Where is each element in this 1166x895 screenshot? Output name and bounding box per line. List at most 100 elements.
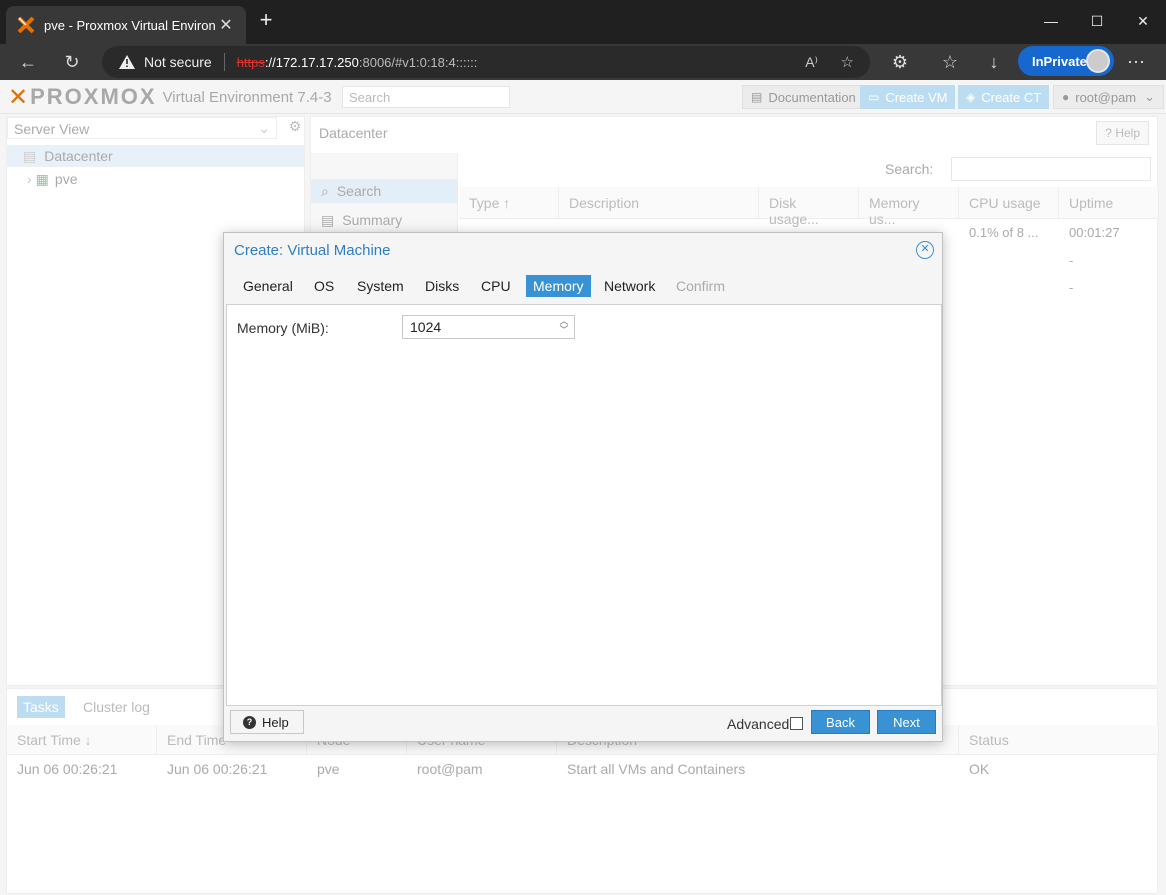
inprivate-badge[interactable]: InPrivate [1018, 46, 1114, 76]
browser-navbar: ← ↻ Not secure https://172.17.17.250:800… [0, 44, 1166, 80]
wizard-tabs: General OS System Disks CPU Memory Netwo… [224, 275, 942, 303]
security-label: Not secure [144, 54, 212, 70]
task-node: pve [317, 761, 340, 777]
proxmox-logo: ✕ PROXMOX Virtual Environment 7.4-3 [8, 83, 332, 111]
tab-memory[interactable]: Memory [526, 275, 591, 297]
refresh-icon[interactable]: ↻ [58, 48, 86, 76]
documentation-label: Documentation [768, 89, 856, 105]
tab-disks[interactable]: Disks [418, 275, 466, 297]
create-ct-button[interactable]: ◈ Create CT [958, 85, 1050, 109]
server-view-label: Server View [14, 121, 90, 137]
tab-cluster-log[interactable]: Cluster log [77, 696, 156, 718]
dialog-footer: ? Help Advanced Back Next [224, 707, 942, 741]
grid-header-description[interactable]: Description [559, 187, 759, 219]
read-aloud-icon[interactable]: A⁾ [805, 54, 818, 71]
browser-tabbar: pve - Proxmox Virtual Environme ✕ + — ☐ … [0, 0, 1166, 44]
tab-cpu[interactable]: CPU [474, 275, 518, 297]
browser-tab[interactable]: pve - Proxmox Virtual Environme ✕ [6, 6, 246, 44]
task-user: root@pam [417, 761, 483, 777]
memory-input[interactable]: 1024 ︿ ﹀ [402, 315, 575, 339]
minimize-icon[interactable]: — [1028, 6, 1074, 36]
tab-general[interactable]: General [236, 275, 300, 297]
downloads-icon[interactable]: ↓ [980, 48, 1008, 76]
inprivate-label: InPrivate [1032, 53, 1087, 69]
advanced-label: Advanced [727, 716, 790, 732]
grid-search-input[interactable] [951, 157, 1151, 181]
grid-search-label: Search: [885, 161, 934, 177]
pve-header: ✕ PROXMOX Virtual Environment 7.4-3 Sear… [0, 80, 1166, 114]
book-icon: ▤ [751, 90, 763, 104]
maximize-icon[interactable]: ☐ [1074, 6, 1120, 36]
question-icon: ? [1105, 126, 1112, 140]
proxmox-favicon-icon [16, 15, 36, 35]
tab-tasks[interactable]: Tasks [17, 696, 65, 718]
logo-text: PROXMOX [30, 84, 157, 109]
tab-system[interactable]: System [350, 275, 411, 297]
tree-item-datacenter[interactable]: ▤ Datacenter [7, 145, 304, 167]
tab-os[interactable]: OS [307, 275, 341, 297]
nav-search-label: Search [336, 183, 382, 199]
close-icon[interactable]: ✕ [916, 241, 934, 259]
grid-cell-cpu: 0.1% of 8 ... [969, 225, 1039, 240]
task-end-time: Jun 06 00:26:21 [167, 761, 268, 777]
grid-header-cpu[interactable]: CPU usage [959, 187, 1059, 219]
url-host: ://172.17.17.250 [264, 54, 359, 70]
tab-network[interactable]: Network [597, 275, 662, 297]
memory-label: Memory (MiB): [237, 320, 329, 336]
datacenter-icon: ▤ [23, 147, 37, 164]
server-view-select[interactable]: Server View ⌄ [7, 117, 277, 139]
monitor-icon: ▭ [868, 90, 880, 104]
window-close-icon[interactable]: ✕ [1120, 6, 1166, 36]
chevron-down-icon: ⌄ [1144, 89, 1156, 104]
grid-cell-uptime: 00:01:27 [1069, 225, 1120, 240]
grid-header-uptime[interactable]: Uptime [1059, 187, 1159, 219]
grid-header-disk[interactable]: Disk usage... [759, 187, 859, 227]
address-bar[interactable]: Not secure https://172.17.17.250:8006/#v… [102, 46, 870, 78]
version-text: Virtual Environment 7.4-3 [162, 88, 332, 106]
next-button[interactable]: Next [877, 710, 936, 734]
tree-item-node[interactable]: › ▦ pve [7, 168, 304, 190]
nav-summary-label: Summary [342, 212, 403, 228]
server-online-icon: ▦ [35, 170, 49, 187]
help-button[interactable]: ? Help [230, 710, 304, 734]
cube-icon: ◈ [966, 90, 976, 104]
create-vm-label: Create VM [885, 89, 948, 105]
url-scheme: https [236, 54, 265, 70]
dialog-body: Memory (MiB): 1024 ︿ ﹀ [226, 304, 942, 706]
question-icon: ? [243, 715, 256, 729]
back-button[interactable]: Back [811, 710, 870, 734]
spinner-arrows-icon[interactable]: ︿ ﹀ [558, 317, 570, 335]
task-start-time: Jun 06 00:26:21 [17, 761, 118, 777]
grid-cell-dash: - [1069, 253, 1074, 268]
tab-title: pve - Proxmox Virtual Environme [44, 17, 216, 33]
nav-item-search[interactable]: ⌕ Search [311, 179, 458, 203]
more-menu-icon[interactable]: ⋯ [1122, 48, 1150, 76]
url-path: :8006/#v1:0:18:4:::::: [358, 54, 478, 70]
create-vm-dialog: Create: Virtual Machine ✕ General OS Sys… [223, 232, 943, 742]
url-text: https://172.17.17.250:8006/#v1:0:18:4:::… [237, 55, 478, 70]
tab-close-icon[interactable]: ✕ [216, 15, 236, 35]
create-ct-label: Create CT [981, 89, 1042, 105]
advanced-checkbox[interactable] [790, 717, 803, 730]
back-icon[interactable]: ← [14, 48, 42, 76]
book-icon: ▤ [321, 211, 335, 228]
tasks-header-status[interactable]: Status [959, 725, 1159, 755]
create-vm-button[interactable]: ▭ Create VM [860, 85, 956, 109]
new-tab-icon[interactable]: + [255, 9, 277, 32]
content-help-button[interactable]: ? Help [1096, 121, 1149, 145]
user-menu-button[interactable]: ● root@pam ⌄ [1053, 85, 1165, 109]
tasks-header-start[interactable]: Start Time ↓ [7, 725, 157, 755]
search-icon: ⌕ [321, 182, 329, 199]
extensions-icon[interactable]: ⚙ [886, 48, 914, 76]
proxmox-x-icon: ✕ [8, 83, 29, 111]
documentation-button[interactable]: ▤ Documentation [742, 85, 865, 109]
grid-header-type[interactable]: Type ↑ [459, 187, 559, 219]
gear-icon[interactable]: ⚙ [285, 118, 305, 138]
chevron-down-icon: ⌄ [258, 120, 270, 136]
grid-header-memory[interactable]: Memory us... [859, 187, 959, 227]
add-favorite-icon[interactable]: ☆ [841, 53, 854, 71]
tree-node-label: pve [54, 171, 78, 187]
header-search-input[interactable]: Search [342, 86, 510, 108]
nav-item-summary[interactable]: ▤ Summary [311, 208, 458, 232]
favorites-icon[interactable]: ☆ [936, 48, 964, 76]
